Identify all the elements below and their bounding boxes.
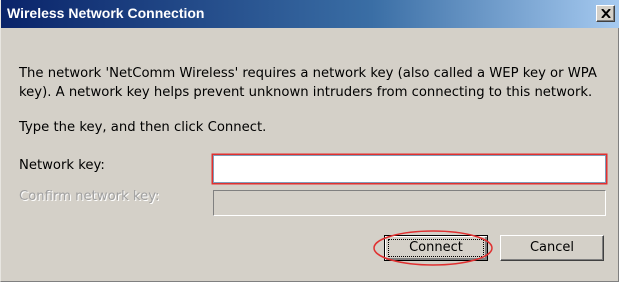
instruction-text: Type the key, and then click Connect. [19, 120, 267, 135]
dialog-window: Wireless Network Connection The network … [0, 0, 619, 282]
confirm-network-key-label: Confirm network key: [19, 189, 160, 204]
cancel-button-label: Cancel [529, 240, 575, 255]
confirm-network-key-input [213, 190, 606, 216]
network-key-input[interactable] [213, 155, 606, 183]
message-text: The network 'NetComm Wireless' requires … [19, 66, 597, 100]
window-title: Wireless Network Connection [7, 5, 205, 21]
close-icon [601, 9, 611, 18]
title-bar[interactable]: Wireless Network Connection [1, 0, 619, 28]
network-key-label: Network key: [19, 158, 105, 173]
focus-ring [388, 239, 484, 257]
connect-button[interactable]: Connect [384, 235, 488, 261]
close-button[interactable] [596, 5, 615, 22]
cancel-button[interactable]: Cancel [500, 235, 604, 261]
